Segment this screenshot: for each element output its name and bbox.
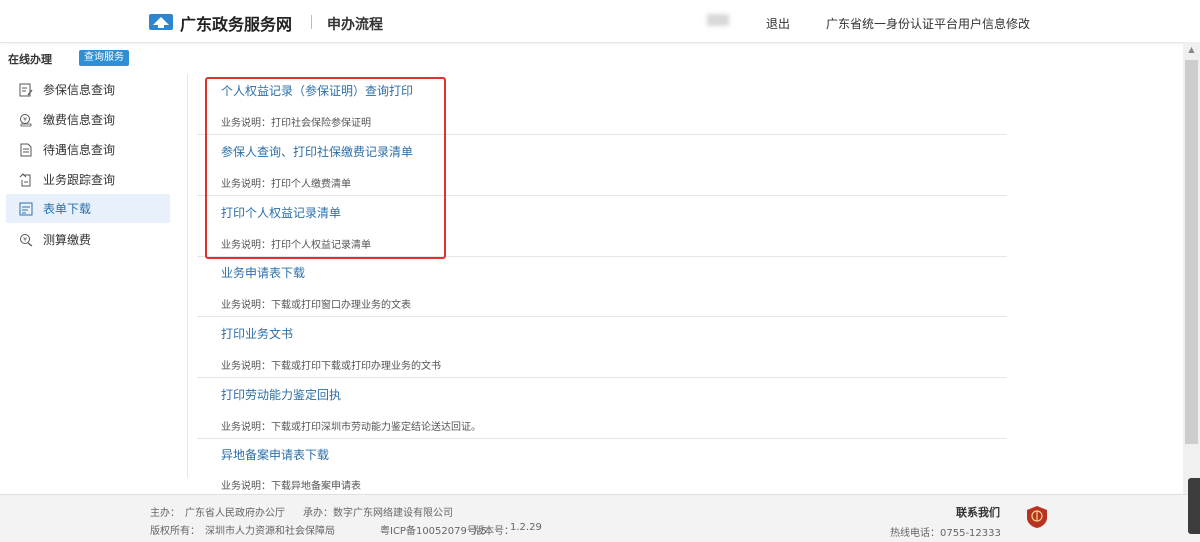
page-section-title: 申办流程 xyxy=(327,17,383,33)
footer-copyright: 深圳市人力资源和社会保障局 xyxy=(205,526,335,537)
footer-undertaker-label: 承办： xyxy=(303,508,333,519)
highlight-annotation-box xyxy=(205,77,446,259)
scroll-up-arrow-icon[interactable]: ▲ xyxy=(1183,42,1200,58)
document-icon xyxy=(19,143,33,157)
header-divider xyxy=(311,15,312,29)
document-edit-icon xyxy=(19,83,33,97)
calculator-icon: ¥ xyxy=(19,233,33,247)
floating-side-tool[interactable] xyxy=(1188,478,1200,534)
sidebar-item-tracking[interactable]: 业务跟踪查询 xyxy=(6,165,170,194)
entry-description: 业务说明：下载或打印窗口办理业务的文表 xyxy=(221,300,411,311)
entry-title[interactable]: 异地备案申请表下载 xyxy=(221,446,329,463)
entry-title[interactable]: 个人权益记录（参保证明）查询打印 xyxy=(221,82,413,99)
footer-undertaker: 数字广东网络建设有限公司 xyxy=(333,508,453,519)
sidebar-item-benefit-info[interactable]: 待遇信息查询 xyxy=(6,135,170,164)
vertical-scrollbar[interactable]: ▲ ▼ xyxy=(1183,42,1200,494)
entry-divider xyxy=(197,134,1007,135)
sidebar-title: 在线办理 xyxy=(8,53,52,66)
top-header: 广东政务服务网 申办流程 退出 广东省统一身份认证平台用户信息修改 xyxy=(0,0,1200,43)
sidebar-item-insurance-info[interactable]: 参保信息查询 xyxy=(6,75,170,104)
footer-sponsor: 广东省人民政府办公厅 xyxy=(185,508,285,519)
entry-title[interactable]: 打印劳动能力鉴定回执 xyxy=(221,386,341,403)
entry-title[interactable]: 打印个人权益记录清单 xyxy=(221,204,341,221)
sidebar-item-calculate[interactable]: ¥ 测算缴费 xyxy=(6,225,170,254)
query-service-badge[interactable]: 查询服务 xyxy=(79,50,129,66)
sidebar-item-label: 业务跟踪查询 xyxy=(43,173,116,187)
entry-divider xyxy=(197,195,1007,196)
footer-hotline: 热线电话：0755-12333 xyxy=(890,528,1001,539)
sidebar-item-label: 参保信息查询 xyxy=(43,83,116,97)
contact-us-link[interactable]: 联系我们 xyxy=(956,504,1000,520)
form-download-icon xyxy=(19,202,33,216)
entry-description: 业务说明：下载或打印深圳市劳动能力鉴定结论送达回证。 xyxy=(221,422,481,433)
gov-seal-icon[interactable] xyxy=(1026,505,1048,529)
sidebar-item-label: 待遇信息查询 xyxy=(43,143,116,157)
sidebar-item-payment-info[interactable]: ¥ 缴费信息查询 xyxy=(6,105,170,134)
user-name-blurred xyxy=(707,14,729,26)
sidebar-item-label: 测算缴费 xyxy=(43,233,92,247)
svg-text:¥: ¥ xyxy=(23,116,27,123)
entry-description: 业务说明：下载或打印下载或打印办理业务的文书 xyxy=(221,361,441,372)
logout-link[interactable]: 退出 xyxy=(766,15,790,32)
footer-version: 1.2.29 xyxy=(510,522,542,533)
footer-icp[interactable]: 粤ICP备10052079号-5 xyxy=(380,522,487,537)
tracking-icon xyxy=(19,172,33,187)
entry-title[interactable]: 打印业务文书 xyxy=(221,325,293,342)
entry-title[interactable]: 业务申请表下载 xyxy=(221,264,305,281)
sidebar-item-label: 缴费信息查询 xyxy=(43,113,116,127)
entry-divider xyxy=(197,377,1007,378)
entry-description: 业务说明：打印个人缴费清单 xyxy=(221,179,351,190)
payment-icon: ¥ xyxy=(19,113,33,127)
account-info-link[interactable]: 广东省统一身份认证平台用户信息修改 xyxy=(826,15,1030,32)
entry-description: 业务说明：下载异地备案申请表 xyxy=(221,481,361,491)
page-footer: 主办： 广东省人民政府办公厅 承办： 数字广东网络建设有限公司 版权所有： 深圳… xyxy=(0,494,1200,542)
footer-sponsor-label: 主办： xyxy=(150,508,180,519)
entry-divider xyxy=(197,316,1007,317)
sidebar-item-form-download[interactable]: 表单下载 xyxy=(6,194,170,223)
footer-copyright-label: 版权所有： xyxy=(150,526,200,537)
footer-version-label: 版本号： xyxy=(474,526,514,537)
site-brand[interactable]: 广东政务服务网 xyxy=(180,11,292,35)
entry-title[interactable]: 参保人查询、打印社保缴费记录清单 xyxy=(221,143,413,160)
entry-divider xyxy=(197,438,1007,439)
entry-description: 业务说明：打印社会保险参保证明 xyxy=(221,118,371,129)
entry-description: 业务说明：打印个人权益记录清单 xyxy=(221,240,371,251)
content-left-border xyxy=(187,74,188,478)
sidebar-item-label: 表单下载 xyxy=(43,202,92,216)
entry-divider xyxy=(197,256,1007,257)
scroll-thumb[interactable] xyxy=(1185,60,1198,444)
svg-text:¥: ¥ xyxy=(23,236,27,243)
gov-logo-icon xyxy=(149,14,173,30)
